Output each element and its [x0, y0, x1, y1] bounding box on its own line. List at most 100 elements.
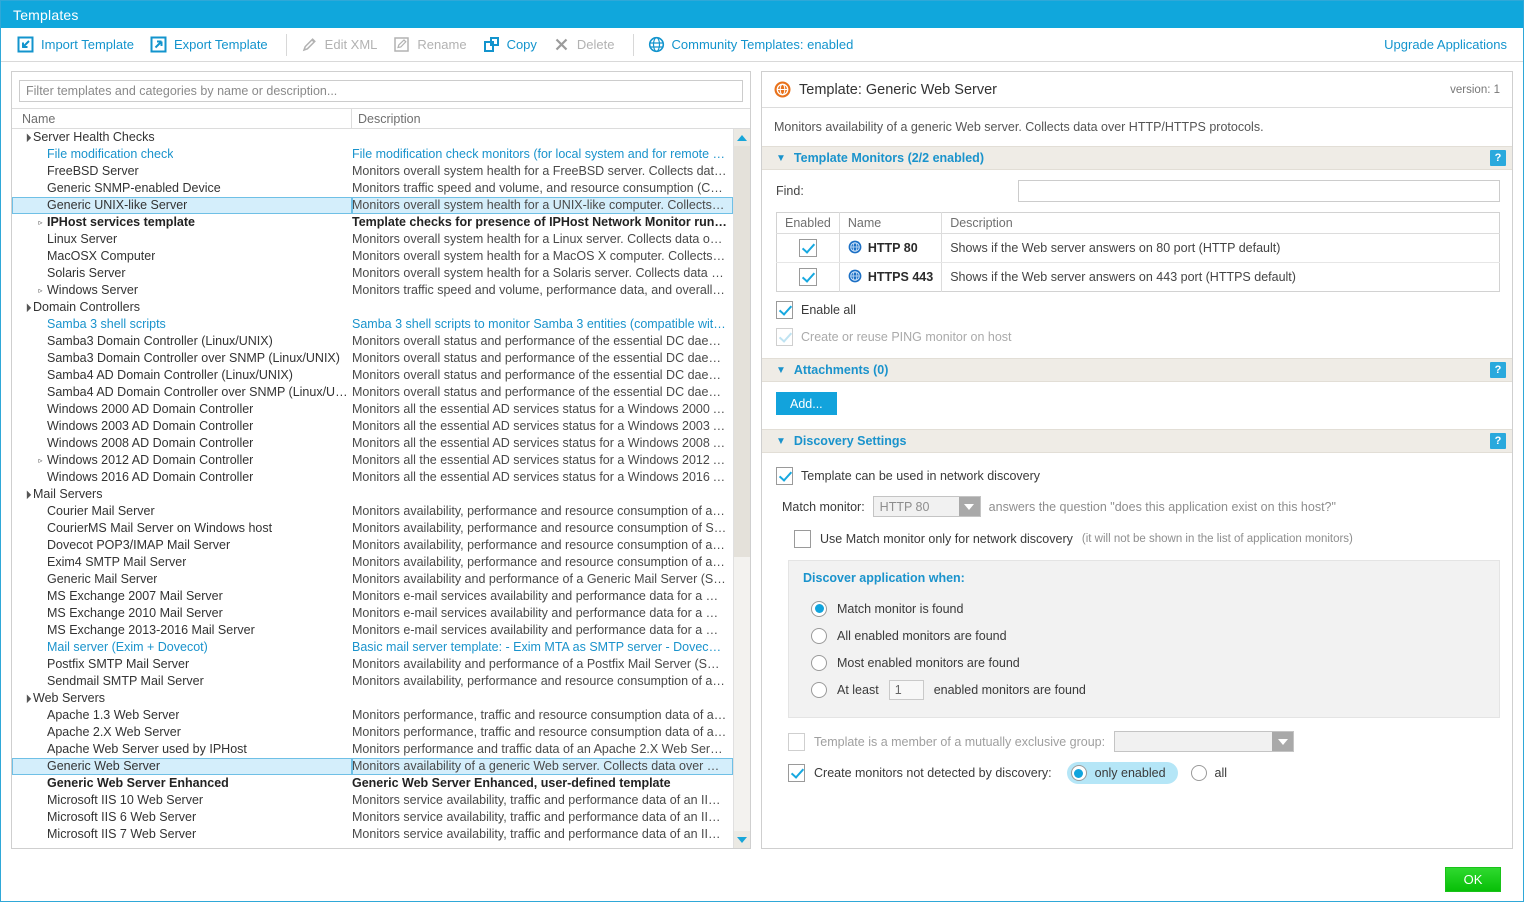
template-monitors-section-header[interactable]: ▼ Template Monitors (2/2 enabled) ?	[762, 146, 1512, 170]
discover-option[interactable]: Match monitor is found	[803, 595, 1485, 622]
find-input[interactable]	[1018, 180, 1500, 202]
tree-item-row[interactable]: ▹ IPHost services template Template checks…	[12, 214, 733, 231]
discover-option[interactable]: Most enabled monitors are found	[803, 649, 1485, 676]
tree-item-row[interactable]: Apache 2.X Web Server Monitors performanc…	[12, 724, 733, 741]
all-radio[interactable]	[1190, 765, 1207, 781]
discovery-settings-section-header[interactable]: ▼ Discovery Settings ?	[762, 429, 1512, 453]
upgrade-applications-link[interactable]: Upgrade Applications	[1384, 37, 1513, 52]
use-match-monitor-checkbox[interactable]	[794, 530, 811, 548]
tree-item-row[interactable]: Dovecot POP3/IMAP Mail Server Monitors av…	[12, 537, 733, 554]
tree-item-row[interactable]: FreeBSD Server Monitors overall system he…	[12, 163, 733, 180]
tree-item-row[interactable]: ▹ Windows Server Monitors traffic speed an…	[12, 282, 733, 299]
monitor-enabled-checkbox[interactable]	[798, 239, 817, 257]
monitor-enabled-checkbox[interactable]	[798, 268, 817, 286]
twisty-collapsed-icon[interactable]: ▹	[34, 282, 47, 299]
community-templates-button[interactable]: Community Templates: enabled	[642, 33, 864, 56]
tree-item-row[interactable]: Samba3 Domain Controller over SNMP (Linu…	[12, 350, 733, 367]
tree-item-row[interactable]: File modification check File modification…	[12, 146, 733, 163]
templates-tree[interactable]: ◢ Server Health Checks File modification c…	[12, 129, 733, 848]
tree-item-row[interactable]: MS Exchange 2007 Mail Server Monitors e-m…	[12, 588, 733, 605]
twisty-collapsed-icon[interactable]: ▹	[34, 214, 47, 231]
exclusive-group-row[interactable]: Template is a member of a mutually exclu…	[788, 731, 1500, 752]
tree-item-row[interactable]: Samba4 AD Domain Controller (Linux/UNIX)…	[12, 367, 733, 384]
match-monitor-select[interactable]: HTTP 80	[872, 496, 981, 517]
at-least-input[interactable]	[888, 679, 924, 700]
ok-button[interactable]: OK	[1445, 866, 1501, 892]
create-option-all[interactable]: all	[1187, 762, 1238, 784]
tree-item-row[interactable]: CourierMS Mail Server on Windows host Mon…	[12, 520, 733, 537]
tree-item-row[interactable]: Windows 2008 AD Domain Controller Monitor…	[12, 435, 733, 452]
ping-monitor-row[interactable]: Create or reuse PING monitor on host	[776, 328, 1500, 346]
template-monitors-help-button[interactable]: ?	[1490, 150, 1506, 166]
tree-item-row[interactable]: Linux Server Monitors overall system heal…	[12, 231, 733, 248]
scroll-up-button[interactable]	[734, 129, 750, 146]
network-discovery-row[interactable]: Template can be used in network discover…	[776, 467, 1500, 485]
twisty-collapsed-icon[interactable]: ▹	[34, 452, 47, 469]
tree-item-row[interactable]: MS Exchange 2013-2016 Mail Server Monitor…	[12, 622, 733, 639]
create-option-only-enabled[interactable]: only enabled	[1066, 762, 1178, 784]
network-discovery-checkbox[interactable]	[776, 467, 793, 485]
tree-item-row[interactable]: Generic Web Server Enhanced Generic Web S…	[12, 775, 733, 792]
export-template-button[interactable]: Export Template	[144, 33, 278, 56]
use-match-monitor-row[interactable]: Use Match monitor only for network disco…	[794, 530, 1500, 548]
tree-item-row[interactable]: Samba3 Domain Controller (Linux/UNIX) Mon…	[12, 333, 733, 350]
filter-input[interactable]	[19, 80, 743, 102]
enable-all-row[interactable]: Enable all	[776, 301, 1500, 319]
tree-item-row[interactable]: Microsoft IIS 7 Web Server Monitors servi…	[12, 826, 733, 843]
at-least-option[interactable]: At least enabled monitors are found	[803, 676, 1485, 703]
scrollbar-track[interactable]	[734, 146, 750, 831]
only-enabled-radio[interactable]	[1070, 765, 1087, 781]
discover-option-radio[interactable]	[811, 627, 827, 644]
column-header-description[interactable]: Description	[352, 112, 733, 126]
tree-group-row[interactable]: ◢ Server Health Checks	[12, 129, 733, 146]
tree-item-row[interactable]: Apache 1.3 Web Server Monitors performanc…	[12, 707, 733, 724]
delete-button[interactable]: Delete	[547, 33, 625, 56]
tree-item-row[interactable]: Microsoft IIS 10 Web Server Monitors serv…	[12, 792, 733, 809]
tree-item-row[interactable]: MacOSX Computer Monitors overall system h…	[12, 248, 733, 265]
scrollbar-thumb[interactable]	[734, 146, 750, 557]
tree-group-row[interactable]: ◢ Mail Servers	[12, 486, 733, 503]
tree-item-row[interactable]: Windows 2003 AD Domain Controller Monitor…	[12, 418, 733, 435]
add-attachment-button[interactable]: Add...	[776, 392, 837, 415]
rename-button[interactable]: Rename	[387, 33, 476, 56]
tree-item-row[interactable]: Microsoft IIS 6 Web Server Monitors servi…	[12, 809, 733, 826]
create-monitors-checkbox[interactable]	[788, 764, 805, 782]
discover-option[interactable]: All enabled monitors are found	[803, 622, 1485, 649]
tree-item-row[interactable]: Generic UNIX-like Server Monitors overall…	[12, 197, 733, 214]
tree-item-row[interactable]: Generic SNMP-enabled Device Monitors traf…	[12, 180, 733, 197]
tree-item-row[interactable]: Generic Web Server Monitors availability …	[12, 758, 733, 775]
at-least-radio[interactable]	[811, 681, 827, 698]
tree-item-row[interactable]: ▹ Windows 2012 AD Domain Controller Monito…	[12, 452, 733, 469]
tree-item-row[interactable]: Samba4 AD Domain Controller over SNMP (L…	[12, 384, 733, 401]
column-header-name[interactable]: Name	[12, 109, 352, 128]
tree-item-row[interactable]: MS Exchange 2010 Mail Server Monitors e-m…	[12, 605, 733, 622]
table-row[interactable]: HTTPS 443 Shows if the Web server answers…	[776, 262, 1500, 292]
tree-item-row[interactable]: Apache Web Server used by IPHost Monitors…	[12, 741, 733, 758]
tree-item-row[interactable]: Mail server (Exim + Dovecot) Basic mail s…	[12, 639, 733, 656]
tree-item-row[interactable]: Windows 2016 AD Domain Controller Monitor…	[12, 469, 733, 486]
enable-all-checkbox[interactable]	[776, 301, 793, 319]
attachments-section-header[interactable]: ▼ Attachments (0) ?	[762, 358, 1512, 382]
table-row[interactable]: HTTP 80 Shows if the Web server answers o…	[776, 233, 1500, 263]
scroll-down-button[interactable]	[734, 831, 750, 848]
exclusive-group-checkbox[interactable]	[788, 732, 805, 751]
discover-option-radio[interactable]	[811, 600, 827, 617]
tree-item-row[interactable]: Generic Mail Server Monitors availability…	[12, 571, 733, 588]
import-template-button[interactable]: Import Template	[11, 33, 144, 56]
tree-group-row[interactable]: ◢ Web Servers	[12, 690, 733, 707]
discover-option-radio[interactable]	[811, 654, 827, 671]
copy-button[interactable]: Copy	[477, 33, 547, 56]
exclusive-group-select[interactable]	[1114, 731, 1295, 752]
tree-item-row[interactable]: Windows 2000 AD Domain Controller Monitor…	[12, 401, 733, 418]
templates-scrollbar[interactable]	[733, 129, 750, 848]
ping-monitor-checkbox[interactable]	[776, 328, 793, 346]
tree-item-row[interactable]: Sendmail SMTP Mail Server Monitors availa…	[12, 673, 733, 690]
tree-item-row[interactable]: Solaris Server Monitors overall system he…	[12, 265, 733, 282]
discovery-settings-help-button[interactable]: ?	[1490, 433, 1506, 449]
tree-item-row[interactable]: Exim4 SMTP Mail Server Monitors availabil…	[12, 554, 733, 571]
tree-item-row[interactable]: Postfix SMTP Mail Server Monitors availab…	[12, 656, 733, 673]
attachments-help-button[interactable]: ?	[1490, 362, 1506, 378]
tree-group-row[interactable]: ◢ Domain Controllers	[12, 299, 733, 316]
tree-item-row[interactable]: Samba 3 shell scripts Samba 3 shell scrip…	[12, 316, 733, 333]
edit-xml-button[interactable]: Edit XML	[295, 33, 388, 56]
